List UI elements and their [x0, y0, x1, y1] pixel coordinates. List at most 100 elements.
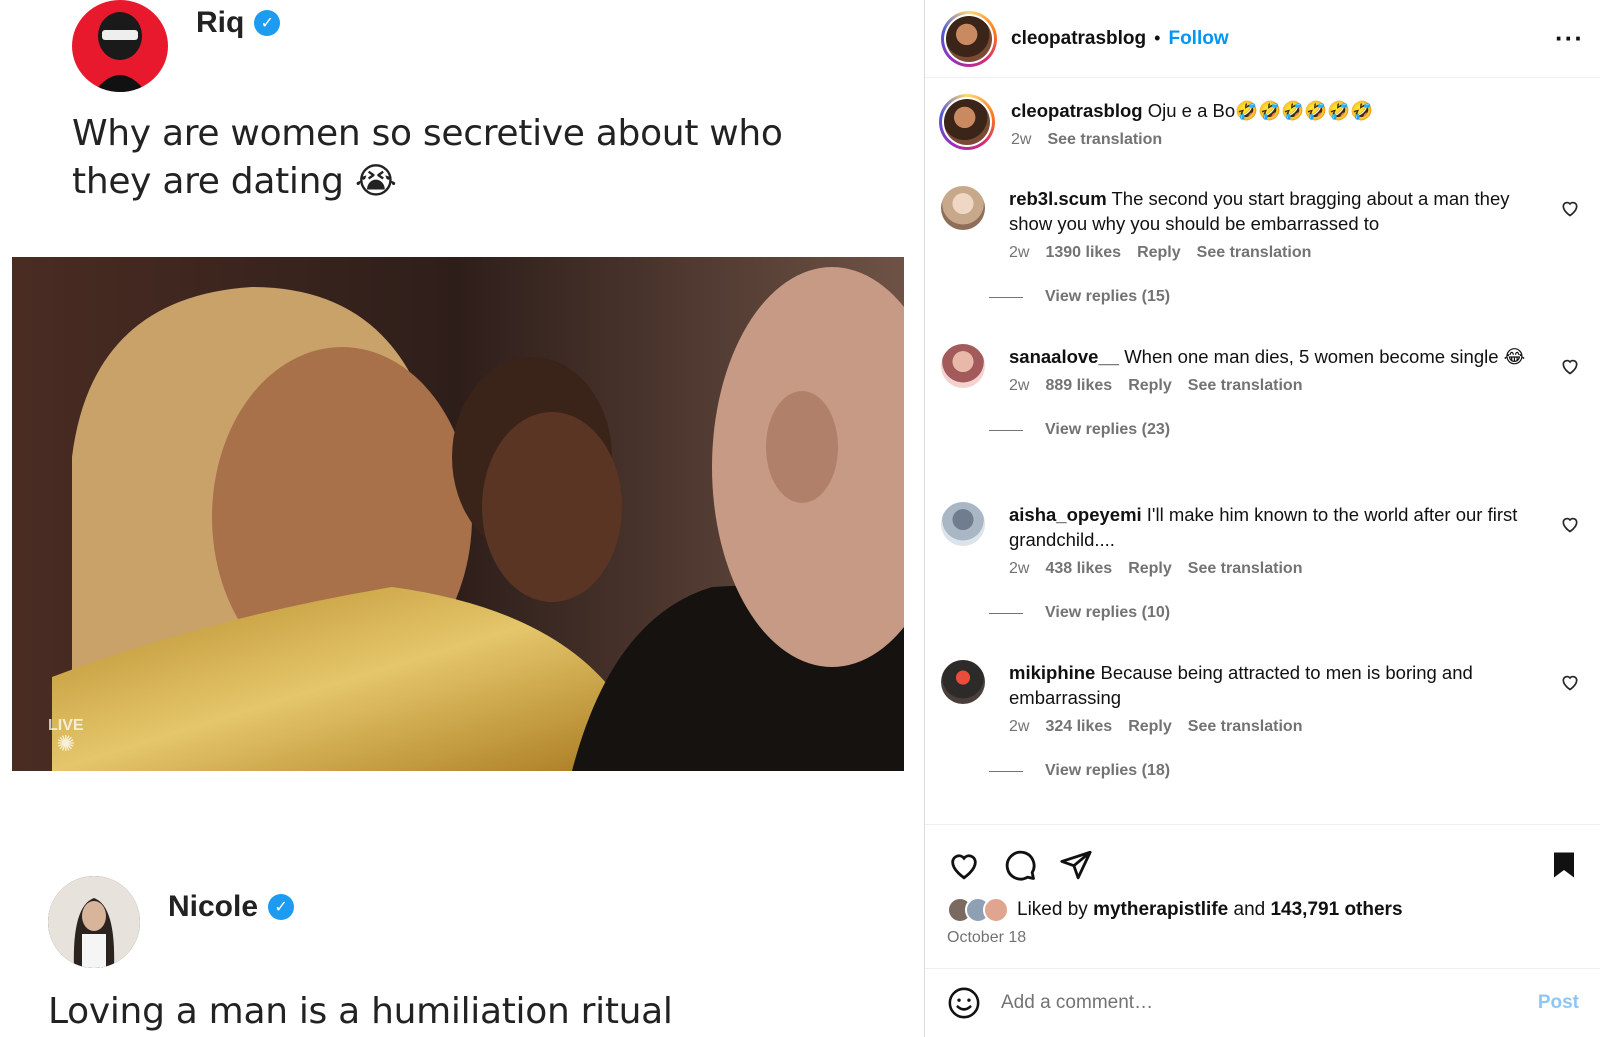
add-comment-bar: Add a comment… Post	[925, 968, 1600, 1037]
comment-likes[interactable]: 889 likes	[1045, 377, 1112, 395]
comment-item: aisha_opeyemi I'll make him known to the…	[925, 502, 1600, 660]
caption-meta: 2w See translation	[1011, 131, 1531, 149]
reply-button[interactable]: Reply	[1128, 377, 1172, 395]
comment-meta: 2w 438 likes Reply See translation	[1009, 560, 1529, 578]
author-username[interactable]: cleopatrasblog	[1011, 28, 1146, 50]
comment-meta: 2w 889 likes Reply See translation	[1009, 377, 1529, 395]
nicole-avatar	[48, 876, 140, 968]
action-buttons	[947, 843, 1579, 887]
reply-button[interactable]: Reply	[1137, 244, 1181, 262]
post-photo: LIVE ✺	[12, 257, 904, 771]
heart-icon[interactable]	[947, 848, 981, 882]
comment-time: 2w	[1009, 718, 1030, 735]
view-replies-label: View replies (15)	[1045, 288, 1171, 305]
comment-item: sanaalove__ When one man dies, 5 women b…	[925, 344, 1600, 502]
comments-list: cleopatrasblog Oju e a Bo🤣🤣🤣🤣🤣🤣 2w See tr…	[925, 78, 1600, 818]
comment-icon[interactable]	[1003, 848, 1037, 882]
comment-likes[interactable]: 438 likes	[1045, 560, 1112, 578]
see-translation-link[interactable]: See translation	[1188, 718, 1303, 736]
comment-likes[interactable]: 324 likes	[1045, 718, 1112, 736]
reply-button[interactable]: Reply	[1128, 560, 1172, 578]
comment-meta: 2w 324 likes Reply See translation	[1009, 718, 1529, 736]
reply-button[interactable]: Reply	[1128, 718, 1172, 736]
commenter-avatar[interactable]	[941, 344, 985, 388]
caption: cleopatrasblog Oju e a Bo🤣🤣🤣🤣🤣🤣 2w See tr…	[925, 94, 1600, 186]
comments-panel: cleopatrasblog • Follow ··· cleopatrasbl…	[924, 0, 1600, 1037]
caption-avatar[interactable]	[939, 94, 995, 150]
post-actions: Liked by mytherapistlife and 143,791 oth…	[925, 824, 1600, 947]
comment-text-row: aisha_opeyemi I'll make him known to the…	[1009, 502, 1529, 552]
comment-time: 2w	[1009, 560, 1030, 577]
share-icon[interactable]	[1059, 848, 1093, 882]
photo-scene	[12, 257, 904, 771]
liked-and: and	[1233, 899, 1266, 920]
tweet2-name-row: Nicole ✓	[168, 890, 295, 924]
view-replies-label: View replies (23)	[1045, 421, 1171, 438]
view-replies-button[interactable]: View replies (10)	[989, 604, 1529, 622]
comment-username[interactable]: aisha_opeyemi	[1009, 504, 1142, 525]
post-media: Riq ✓ Why are women so secretive about w…	[0, 0, 924, 1037]
commenter-avatar[interactable]	[941, 660, 985, 704]
comment-username[interactable]: sanaalove__	[1009, 346, 1119, 367]
tweet2-header: Nicole ✓	[48, 876, 295, 968]
comment-meta: 2w 1390 likes Reply See translation	[1009, 244, 1529, 262]
liked-by-user[interactable]: mytherapistlife	[1093, 899, 1228, 921]
tweet2-text: Loving a man is a humiliation ritual	[48, 991, 673, 1032]
view-replies-button[interactable]: View replies (23)	[989, 421, 1529, 439]
heart-icon[interactable]	[1560, 356, 1580, 376]
comment-body: aisha_opeyemi I'll make him known to the…	[989, 502, 1529, 660]
comment-item: reb3l.scum The second you start bragging…	[925, 186, 1600, 344]
post-button[interactable]: Post	[1538, 992, 1579, 1014]
comment-body: reb3l.scum The second you start bragging…	[989, 186, 1529, 344]
heart-icon[interactable]	[1560, 198, 1580, 218]
tweet2-name: Nicole	[168, 890, 259, 923]
live-logo: LIVE ✺	[48, 717, 84, 755]
liked-by-label: Liked by	[1017, 899, 1088, 920]
more-icon[interactable]: ···	[1555, 23, 1584, 54]
tweet1-text: Why are women so secretive about who the…	[72, 113, 783, 202]
comment-body: mikiphine Because being attracted to men…	[989, 660, 1529, 818]
tweet1-header: Riq ✓	[72, 0, 281, 92]
comment-time: 2w	[1009, 377, 1030, 394]
see-translation-link[interactable]: See translation	[1047, 131, 1162, 149]
view-replies-label: View replies (10)	[1045, 604, 1171, 621]
heart-icon[interactable]	[1560, 514, 1580, 534]
comment-text: When one man dies, 5 women become single…	[1124, 346, 1526, 367]
view-replies-label: View replies (18)	[1045, 762, 1171, 779]
follow-button[interactable]: Follow	[1168, 28, 1228, 50]
commenter-avatar[interactable]	[941, 186, 985, 230]
see-translation-link[interactable]: See translation	[1197, 244, 1312, 262]
caption-text: Oju e a Bo🤣🤣🤣🤣🤣🤣	[1147, 100, 1374, 121]
commenter-avatar[interactable]	[941, 502, 985, 546]
liker-avatars[interactable]	[947, 897, 1009, 923]
caption-body: cleopatrasblog Oju e a Bo🤣🤣🤣🤣🤣🤣 2w See tr…	[1011, 98, 1531, 186]
heart-icon[interactable]	[1560, 672, 1580, 692]
tweet1-name-row: Riq ✓	[196, 6, 281, 40]
likes-count[interactable]: 143,791 others	[1270, 899, 1402, 921]
bookmark-icon[interactable]	[1549, 849, 1579, 881]
instagram-post-view: Riq ✓ Why are women so secretive about w…	[0, 0, 1600, 1037]
comment-likes[interactable]: 1390 likes	[1045, 244, 1121, 262]
header-separator: •	[1154, 28, 1161, 48]
see-translation-link[interactable]: See translation	[1188, 377, 1303, 395]
comment-item: mikiphine Because being attracted to men…	[925, 660, 1600, 818]
post-date: October 18	[947, 929, 1027, 946]
see-translation-link[interactable]: See translation	[1188, 560, 1303, 578]
caption-username[interactable]: cleopatrasblog	[1011, 100, 1143, 121]
comment-input[interactable]: Add a comment…	[1001, 992, 1538, 1014]
view-replies-button[interactable]: View replies (18)	[989, 762, 1529, 780]
comment-time: 2w	[1009, 244, 1030, 261]
verified-icon: ✓	[254, 10, 281, 36]
caption-text-row: cleopatrasblog Oju e a Bo🤣🤣🤣🤣🤣🤣	[1011, 98, 1531, 123]
verified-icon: ✓	[268, 894, 295, 920]
emoji-icon[interactable]	[947, 986, 981, 1020]
comment-username[interactable]: mikiphine	[1009, 662, 1095, 683]
comment-text-row: reb3l.scum The second you start bragging…	[1009, 186, 1529, 236]
view-replies-button[interactable]: View replies (15)	[989, 288, 1529, 306]
author-avatar[interactable]	[941, 10, 997, 67]
comment-username[interactable]: reb3l.scum	[1009, 188, 1107, 209]
tweet1-name: Riq	[196, 6, 245, 39]
riq-avatar-illustration	[94, 12, 146, 92]
comment-text-row: sanaalove__ When one man dies, 5 women b…	[1009, 344, 1529, 369]
riq-avatar	[72, 0, 168, 92]
